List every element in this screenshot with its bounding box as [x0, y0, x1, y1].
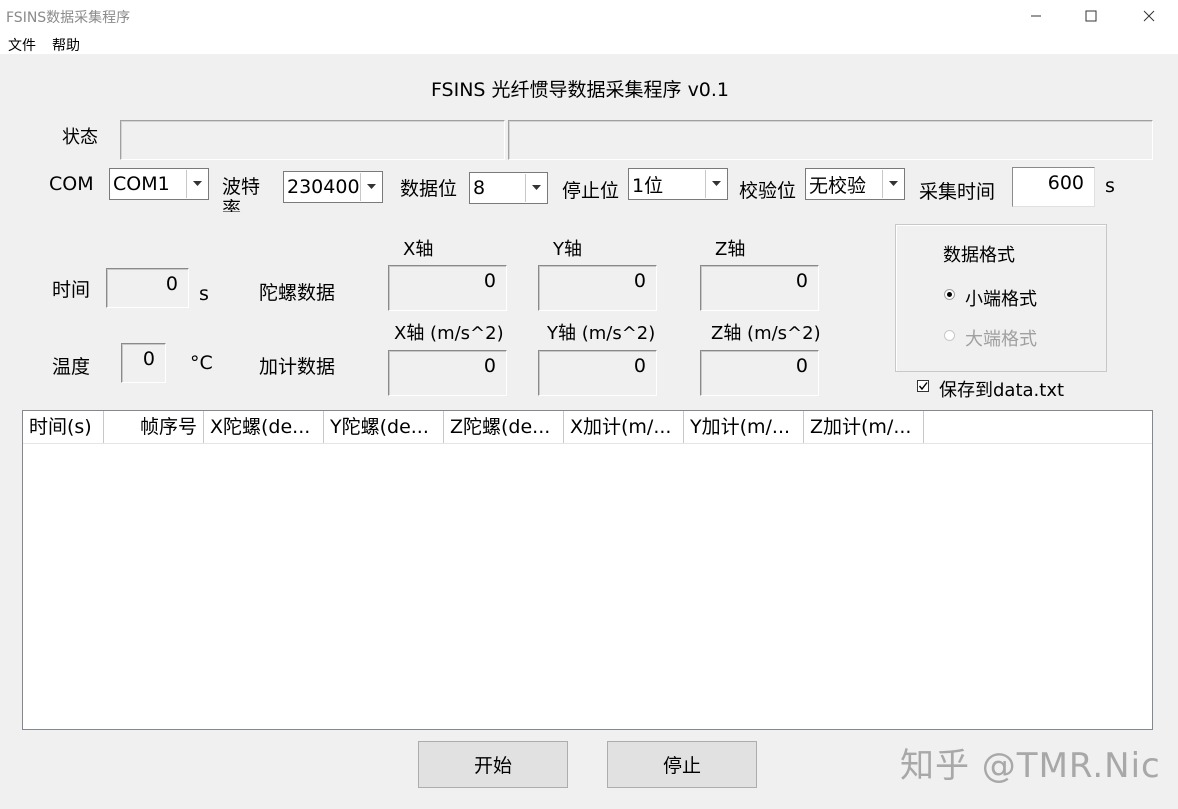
column-header-gyro-y[interactable]: Y陀螺(de...: [324, 411, 444, 443]
accel-axis-z-label: Z轴 (m/s^2): [711, 323, 821, 344]
duration-label: 采集时间: [919, 181, 996, 203]
gyro-label: 陀螺数据: [259, 282, 336, 304]
parity-select[interactable]: 无校验: [805, 168, 905, 200]
gyro-axis-z-label: Z轴: [715, 239, 746, 260]
radio-little-endian[interactable]: [944, 289, 955, 300]
status-field-1: [120, 120, 505, 160]
radio-unselected-icon: [944, 330, 955, 341]
watermark: 知乎 @TMR.Nic: [900, 746, 1161, 786]
column-header-gyro-z[interactable]: Z陀螺(de...: [444, 411, 564, 443]
menu-bar: 文件 帮助: [0, 32, 1178, 54]
page-title: FSINS 光纤惯导数据采集程序 v0.1: [430, 79, 730, 101]
accel-axis-x-label: X轴 (m/s^2): [394, 323, 504, 344]
accel-z-value: 0: [700, 350, 819, 396]
close-icon[interactable]: [1126, 0, 1172, 32]
save-label[interactable]: 保存到data.txt: [939, 376, 1064, 402]
radio-big-endian[interactable]: [944, 330, 955, 341]
checkbox-checked-icon: [917, 380, 929, 392]
save-checkbox[interactable]: [917, 380, 929, 392]
column-header-accel-z[interactable]: Z加计(m/...: [804, 411, 924, 443]
baud-rate-value: 230400: [287, 176, 360, 198]
status-field-2: [508, 120, 1153, 160]
com-label: COM: [49, 173, 94, 195]
gyro-y-value: 0: [538, 265, 657, 311]
column-header-frame[interactable]: 帧序号: [104, 411, 204, 443]
column-header-gyro-x[interactable]: X陀螺(de...: [204, 411, 324, 443]
column-header-accel-y[interactable]: Y加计(m/...: [684, 411, 804, 443]
data-table[interactable]: 时间(s) 帧序号 X陀螺(de... Y陀螺(de... Z陀螺(de... …: [22, 410, 1153, 730]
com-port-select[interactable]: COM1: [109, 168, 209, 200]
maximize-icon[interactable]: [1068, 0, 1114, 32]
parity-label: 校验位: [739, 180, 797, 202]
gyro-axis-y-label: Y轴: [553, 239, 582, 260]
column-header-time[interactable]: 时间(s): [23, 411, 104, 443]
accel-y-value: 0: [538, 350, 657, 396]
menu-help[interactable]: 帮助: [52, 35, 80, 55]
duration-unit: s: [1105, 175, 1115, 197]
start-button[interactable]: 开始: [418, 741, 568, 788]
stopbits-select[interactable]: 1位: [628, 168, 728, 200]
duration-input[interactable]: 600: [1012, 167, 1095, 207]
gyro-z-value: 0: [700, 265, 819, 311]
stop-button[interactable]: 停止: [607, 741, 757, 788]
accel-x-value: 0: [388, 350, 507, 396]
gyro-axis-x-label: X轴: [403, 239, 434, 260]
chevron-down-icon: [186, 170, 207, 198]
radio-selected-icon: [944, 289, 955, 300]
accel-axis-y-label: Y轴 (m/s^2): [547, 323, 656, 344]
baud-label: 波特 率: [222, 176, 261, 212]
data-format-title: 数据格式: [943, 245, 1015, 266]
big-endian-label[interactable]: 大端格式: [965, 325, 1037, 351]
temp-label: 温度: [52, 356, 91, 378]
time-label: 时间: [52, 279, 91, 301]
com-port-value: COM1: [113, 173, 170, 195]
time-unit: s: [199, 283, 209, 305]
menu-file[interactable]: 文件: [8, 35, 36, 55]
minimize-icon[interactable]: [1013, 0, 1059, 32]
data-format-group: 数据格式 小端格式 大端格式: [895, 224, 1107, 372]
chevron-down-icon: [705, 170, 726, 198]
temp-value: 0: [121, 343, 166, 383]
baud-rate-select[interactable]: 230400: [283, 171, 383, 203]
window-title: FSINS数据采集程序: [6, 10, 131, 26]
little-endian-label[interactable]: 小端格式: [965, 285, 1037, 311]
databits-value: 8: [473, 177, 486, 199]
parity-value: 无校验: [809, 174, 867, 197]
status-label: 状态: [62, 127, 98, 148]
accel-label: 加计数据: [259, 356, 336, 378]
databits-select[interactable]: 8: [469, 172, 548, 204]
column-header-accel-x[interactable]: X加计(m/...: [564, 411, 684, 443]
chevron-down-icon: [882, 170, 903, 198]
stopbits-label: 停止位: [562, 180, 620, 202]
databits-label: 数据位: [400, 178, 458, 200]
table-header: 时间(s) 帧序号 X陀螺(de... Y陀螺(de... Z陀螺(de... …: [23, 411, 1152, 444]
stopbits-value: 1位: [632, 174, 664, 197]
temp-unit: °C: [190, 352, 213, 374]
title-bar: FSINS数据采集程序: [0, 0, 1178, 32]
chevron-down-icon: [360, 173, 381, 201]
time-value: 0: [106, 268, 189, 308]
chevron-down-icon: [525, 174, 546, 202]
gyro-x-value: 0: [388, 265, 507, 311]
